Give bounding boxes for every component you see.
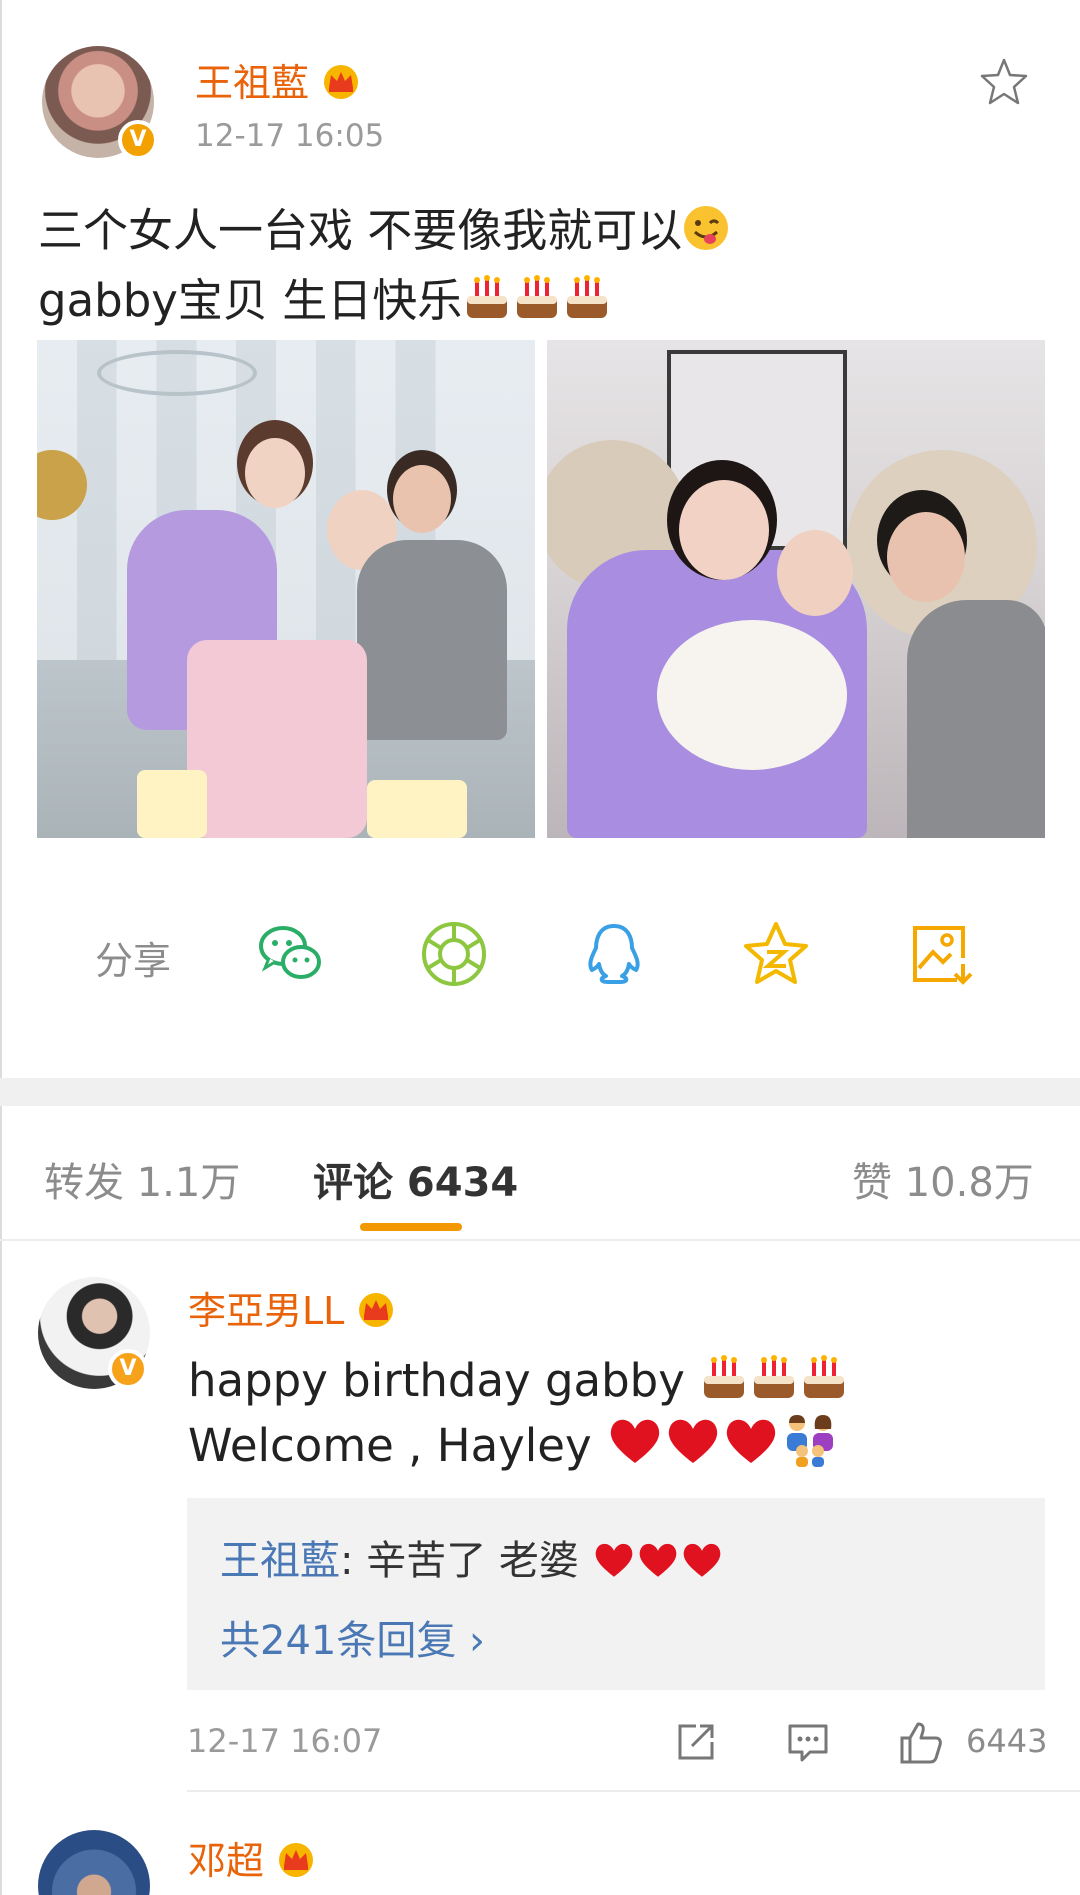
post-body: 三个女人一台戏 不要像我就可以 gabby宝贝 生日快乐 [38, 196, 1038, 336]
cake-emoji-group [699, 1354, 849, 1407]
crown-icon [359, 1293, 394, 1327]
comment-line-1: happy birthday gabby [188, 1348, 849, 1413]
comment-separator [187, 1790, 1080, 1792]
post-line-1: 三个女人一台戏 不要像我就可以 [38, 196, 1038, 266]
reply-preview-box[interactable]: 王祖藍: 辛苦了 老婆 共241条回复 › [187, 1498, 1045, 1690]
comment-line-2-text: Welcome , Hayley [188, 1419, 592, 1472]
cake-emoji-group [462, 274, 612, 327]
next-comment-author-avatar[interactable] [38, 1830, 150, 1895]
tab-repost[interactable]: 转发 1.1万 [44, 1150, 240, 1208]
verified-badge-icon: V [108, 1349, 148, 1389]
red-heart-emoji-icon [595, 1543, 632, 1577]
tab-likes[interactable]: 赞 10.8万 [852, 1150, 1034, 1208]
wechat-icon[interactable] [255, 918, 327, 990]
birthday-cake-emoji-icon [467, 275, 508, 318]
red-heart-emoji-icon [639, 1543, 676, 1577]
favorite-star-icon[interactable] [978, 56, 1030, 108]
next-comment-author-name-text[interactable]: 邓超 [188, 1839, 264, 1883]
share-label: 分享 [95, 939, 172, 983]
post-author-name-text[interactable]: 王祖藍 [195, 61, 309, 105]
repost-icon[interactable] [672, 1718, 720, 1766]
post-line-2: gabby宝贝 生日快乐 [38, 266, 1038, 336]
crown-icon [279, 1843, 314, 1877]
birthday-cake-emoji-icon [704, 1355, 745, 1398]
moments-icon[interactable] [418, 918, 490, 990]
post-line-2-text: gabby宝贝 生日快乐 [38, 274, 463, 327]
post-photo-2[interactable] [547, 340, 1045, 838]
red-heart-emoji-icon [610, 1419, 660, 1463]
heart-emoji-group [592, 1538, 724, 1584]
post-line-1-text: 三个女人一台戏 不要像我就可以 [38, 204, 683, 257]
comment-timestamp: 12-17 16:07 [187, 1722, 383, 1760]
view-all-replies-link[interactable]: 共241条回复 › [220, 1608, 485, 1666]
qq-icon[interactable] [578, 918, 650, 990]
post-author-name[interactable]: 王祖藍 [195, 52, 363, 107]
post-photo-1[interactable] [37, 340, 535, 838]
crown-icon [324, 65, 359, 99]
reply-comment-icon[interactable] [784, 1718, 832, 1766]
red-heart-emoji-icon [668, 1419, 718, 1463]
comment-author-name-text[interactable]: 李亞男LL [188, 1289, 344, 1333]
verified-badge-icon: V [118, 120, 158, 160]
next-comment-author-name[interactable]: 邓超 [188, 1830, 318, 1885]
birthday-cake-emoji-icon [804, 1355, 845, 1398]
reply-text: : 辛苦了 老婆 [340, 1538, 579, 1584]
save-image-icon[interactable] [905, 918, 977, 990]
heart-emoji-group [606, 1415, 840, 1472]
active-tab-indicator [360, 1223, 462, 1231]
left-edge [0, 0, 2, 1895]
like-thumbs-up-icon[interactable] [896, 1718, 944, 1766]
red-heart-emoji-icon [726, 1419, 776, 1463]
reply-author-name[interactable]: 王祖藍 [220, 1538, 340, 1584]
reply-preview-line: 王祖藍: 辛苦了 老婆 [220, 1528, 724, 1586]
birthday-cake-emoji-icon [517, 275, 558, 318]
section-divider [0, 1078, 1080, 1106]
like-count: 6443 [966, 1722, 1048, 1760]
family-emoji-icon [786, 1415, 833, 1467]
comment-body: happy birthday gabby Welcome , Hayley [188, 1348, 849, 1478]
comment-line-1-text: happy birthday gabby [188, 1354, 685, 1407]
qzone-icon[interactable] [740, 918, 812, 990]
birthday-cake-emoji-icon [754, 1355, 795, 1398]
post-timestamp: 12-17 16:05 [195, 118, 385, 154]
comment-author-name[interactable]: 李亞男LL [188, 1280, 398, 1335]
winking-tongue-emoji-icon [684, 206, 729, 250]
tab-comments[interactable]: 评论 6434 [313, 1150, 518, 1208]
tabs-divider [0, 1239, 1080, 1241]
birthday-cake-emoji-icon [567, 275, 608, 318]
comment-line-2: Welcome , Hayley [188, 1413, 849, 1478]
red-heart-emoji-icon [683, 1543, 720, 1577]
